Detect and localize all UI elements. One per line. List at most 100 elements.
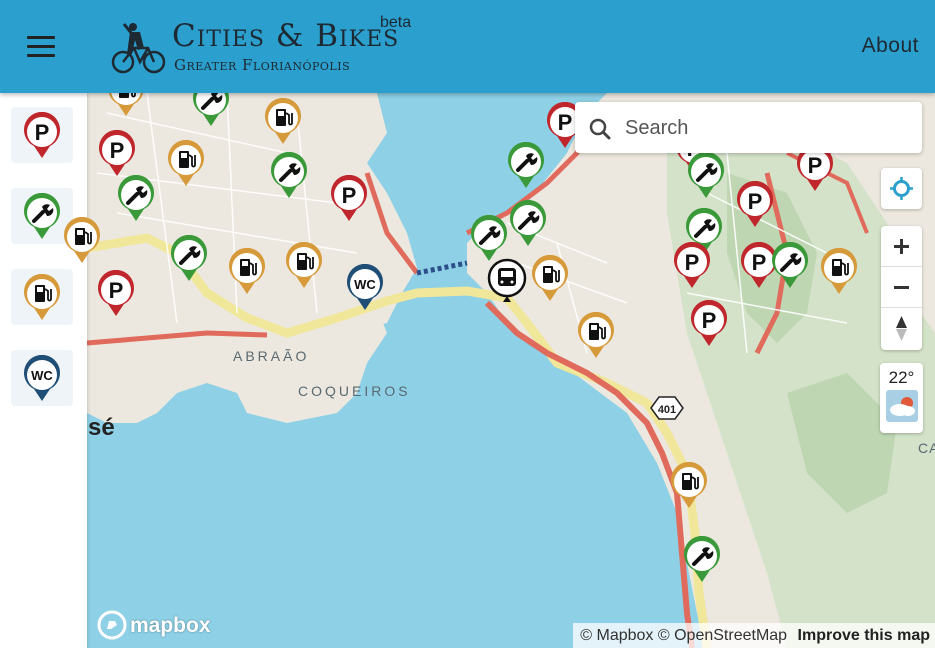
zoom-control-group [881, 226, 922, 350]
parking-pin-icon: P [24, 112, 60, 158]
mapbox-logo-text: mapbox [130, 614, 211, 637]
svg-text:P: P [110, 138, 125, 163]
parking-marker[interactable]: P [96, 269, 140, 322]
repair-marker[interactable] [469, 214, 513, 267]
parking-pin-icon: P [99, 129, 135, 176]
map-label-coqueiros: COQUEIROS [298, 383, 411, 399]
fuel-marker[interactable] [166, 139, 210, 192]
compass-button[interactable] [881, 308, 922, 348]
filter-restroom-button[interactable]: WC [11, 350, 73, 406]
locate-button[interactable] [881, 168, 922, 208]
svg-text:WC: WC [31, 368, 53, 383]
repair-marker[interactable] [116, 174, 160, 227]
map-attribution: © Mapbox © OpenStreetMap Improve this ma… [573, 623, 935, 648]
cloud-sun-icon [885, 390, 918, 422]
app-header: Cities & Bikes beta Greater Florianópoli… [0, 0, 935, 93]
parking-marker[interactable]: P [329, 174, 373, 227]
zoom-in-button[interactable] [881, 226, 922, 266]
repair-pin-icon [271, 151, 307, 198]
restroom-pin-icon: WC [347, 263, 383, 310]
search-input[interactable] [623, 112, 907, 144]
mapbox-logo-icon[interactable] [97, 610, 127, 640]
repair-marker[interactable] [682, 535, 726, 588]
fuel-pin-icon [671, 461, 707, 508]
repair-pin-icon [688, 151, 724, 198]
parking-pin-icon: P [674, 241, 710, 288]
weather-widget[interactable]: 22° [880, 363, 923, 433]
search-icon [589, 118, 611, 140]
repair-pin-icon [118, 174, 154, 221]
filter-parking-button[interactable]: P [11, 107, 73, 163]
parking-pin-icon: P [691, 299, 727, 346]
svg-text:P: P [558, 110, 573, 135]
repair-pin-icon [510, 199, 546, 246]
fuel-pin-icon [24, 274, 60, 320]
svg-text:401: 401 [658, 404, 676, 416]
attribution-mapbox-link[interactable]: © Mapbox [580, 627, 653, 644]
fuel-marker[interactable] [576, 311, 620, 364]
filter-fuel-button[interactable] [11, 269, 73, 325]
svg-text:P: P [35, 120, 50, 145]
svg-text:P: P [342, 183, 357, 208]
fuel-pin-icon [821, 247, 857, 294]
search-box [575, 102, 922, 153]
fuel-pin-icon [286, 241, 322, 288]
fuel-pin-icon [229, 247, 265, 294]
fuel-pin-icon [64, 216, 100, 263]
weather-temperature: 22° [888, 368, 915, 387]
repair-pin-icon [508, 141, 544, 188]
road-shield-icon: 401 [650, 396, 684, 420]
repair-marker[interactable] [686, 151, 730, 204]
locate-control [881, 168, 922, 209]
attribution-osm-link[interactable]: © OpenStreetMap [658, 627, 787, 644]
repair-marker[interactable] [508, 199, 552, 252]
parking-pin-icon: P [98, 269, 134, 316]
fuel-pin-icon [168, 139, 204, 186]
repair-marker[interactable] [506, 141, 550, 194]
hamburger-menu-icon[interactable] [27, 36, 55, 58]
app-title: Cities & Bikes [172, 18, 400, 54]
svg-text:P: P [752, 250, 767, 275]
map-label-abraao: ABRAÃO [233, 348, 310, 364]
filter-sidebar: P WC [0, 93, 87, 648]
map-label-partial-ca: CA [918, 440, 935, 456]
repair-pin-icon [684, 535, 720, 582]
fuel-marker[interactable] [530, 254, 574, 307]
cyclist-logo-icon [111, 23, 166, 74]
zoom-out-button[interactable] [881, 267, 922, 307]
repair-pin-icon [772, 241, 808, 288]
svg-text:P: P [109, 278, 124, 303]
parking-pin-icon: P [737, 180, 773, 227]
parking-marker[interactable]: P [735, 180, 779, 233]
fuel-marker[interactable] [62, 216, 106, 269]
svg-text:P: P [808, 153, 823, 178]
fuel-marker[interactable] [284, 241, 328, 294]
app-subtitle: Greater Florianópolis [174, 56, 351, 74]
locate-icon [890, 177, 913, 200]
zoom-out-icon [894, 286, 909, 289]
repair-pin-icon [471, 214, 507, 261]
repair-marker[interactable] [269, 151, 313, 204]
restroom-marker[interactable]: WC [345, 263, 389, 316]
improve-map-link[interactable]: Improve this map [798, 627, 930, 644]
zoom-in-icon [894, 239, 909, 254]
repair-pin-icon [171, 234, 207, 281]
parking-marker[interactable]: P [689, 299, 733, 352]
fuel-marker[interactable] [669, 461, 713, 514]
compass-icon [896, 316, 907, 341]
repair-marker[interactable] [169, 234, 213, 287]
fuel-marker[interactable] [819, 247, 863, 300]
fuel-marker[interactable] [227, 247, 271, 300]
parking-marker[interactable]: P [672, 241, 716, 294]
map-label-partial-city: sé [88, 414, 115, 441]
svg-text:WC: WC [354, 277, 376, 292]
svg-text:P: P [748, 189, 763, 214]
wrench-pin-icon [24, 193, 60, 239]
wc-pin-icon: WC [24, 355, 60, 401]
repair-marker[interactable] [770, 241, 814, 294]
about-link[interactable]: About [862, 34, 919, 58]
fuel-pin-icon [578, 311, 614, 358]
fuel-marker[interactable] [263, 97, 307, 150]
beta-badge: beta [380, 14, 412, 31]
parking-pin-icon: P [331, 174, 367, 221]
